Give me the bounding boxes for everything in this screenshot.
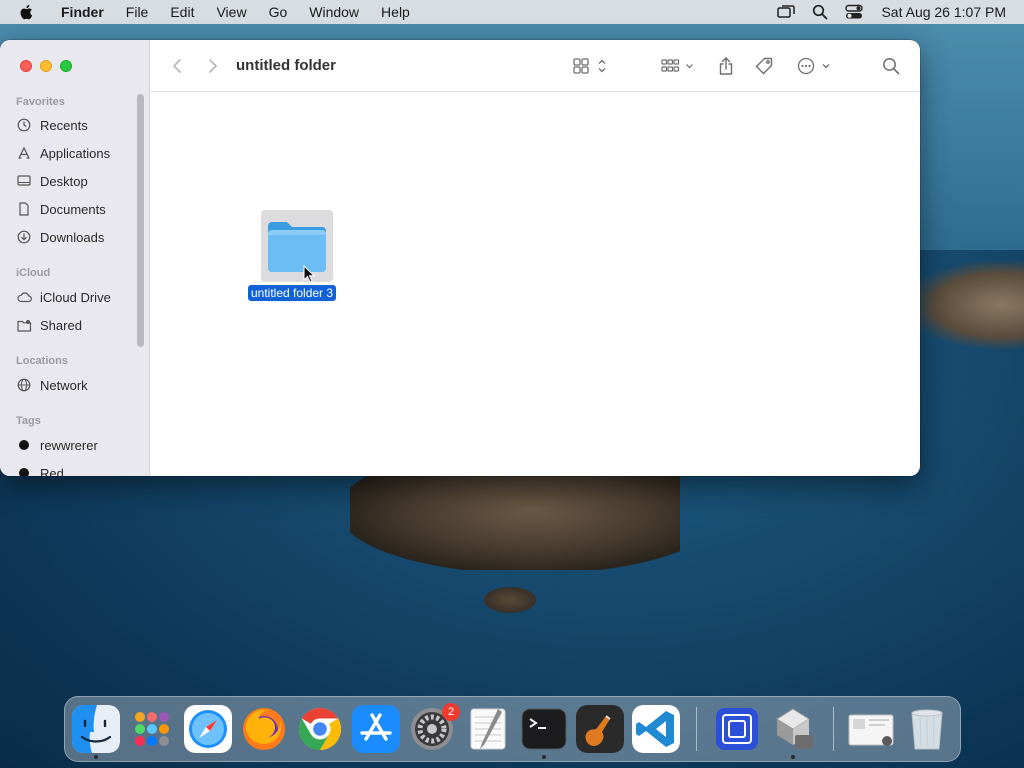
search-button[interactable] bbox=[882, 56, 900, 76]
menu-clock[interactable]: Sat Aug 26 1:07 PM bbox=[881, 4, 1006, 20]
share-icon bbox=[719, 57, 733, 75]
sidebar-item-downloads[interactable]: Downloads bbox=[16, 226, 104, 248]
menu-app-finder[interactable]: Finder bbox=[50, 0, 115, 24]
folder-icon bbox=[268, 222, 326, 272]
icon-view-icon bbox=[573, 58, 606, 74]
download-icon bbox=[16, 229, 32, 245]
menu-help[interactable]: Help bbox=[370, 0, 421, 24]
clock-icon bbox=[16, 117, 32, 133]
close-button[interactable] bbox=[20, 60, 32, 72]
app-store-app-icon[interactable] bbox=[352, 705, 400, 753]
desktop-icon bbox=[16, 173, 32, 189]
wallpaper-rock bbox=[350, 470, 680, 570]
menu-window[interactable]: Window bbox=[298, 0, 370, 24]
window-controls bbox=[20, 60, 72, 72]
firefox-app-icon[interactable] bbox=[240, 705, 288, 753]
safari-app-icon[interactable] bbox=[184, 705, 232, 753]
globe-icon bbox=[16, 377, 32, 393]
sidebar-item-network[interactable]: Network bbox=[16, 374, 88, 396]
sidebar-tag-rewwrerer[interactable]: rewwrerer bbox=[16, 434, 98, 456]
menu-go[interactable]: Go bbox=[258, 0, 299, 24]
sidebar-tag-red[interactable]: Red bbox=[16, 462, 64, 476]
running-indicator bbox=[94, 755, 98, 759]
sidebar-item-documents[interactable]: Documents bbox=[16, 198, 106, 220]
finder-app-icon[interactable] bbox=[72, 705, 120, 753]
wallpaper-rock bbox=[480, 585, 540, 615]
share-button[interactable] bbox=[716, 56, 736, 76]
running-indicator bbox=[542, 755, 546, 759]
mouse-cursor-icon bbox=[303, 265, 315, 283]
finder-window: Favorites Recents Applications Desktop D… bbox=[0, 40, 920, 476]
dock-separator bbox=[833, 707, 834, 751]
sidebar-section-locations: Locations bbox=[16, 355, 68, 367]
group-by-button[interactable] bbox=[660, 56, 698, 76]
action-menu-button[interactable] bbox=[796, 56, 832, 76]
trash-icon[interactable] bbox=[903, 705, 951, 753]
sidebar-item-label: rewwrerer bbox=[40, 437, 98, 453]
folder-name-label[interactable]: untitled folder 3 bbox=[248, 285, 337, 301]
cloud-icon bbox=[16, 289, 32, 305]
sidebar-item-label: iCloud Drive bbox=[40, 289, 111, 305]
dock-separator bbox=[696, 707, 697, 751]
sidebar-item-label: Shared bbox=[40, 317, 82, 333]
tag-dot-icon bbox=[19, 440, 29, 450]
minimize-button[interactable] bbox=[40, 60, 52, 72]
menu-view[interactable]: View bbox=[205, 0, 257, 24]
document-icon bbox=[16, 201, 32, 217]
tag-button[interactable] bbox=[754, 56, 774, 76]
running-indicator bbox=[791, 755, 795, 759]
wallpaper-rock bbox=[905, 260, 1024, 350]
textedit-app-icon[interactable] bbox=[464, 705, 512, 753]
shared-folder-icon bbox=[16, 317, 32, 333]
sidebar-section-icloud: iCloud bbox=[16, 267, 51, 279]
spotlight-search-icon[interactable] bbox=[810, 4, 830, 20]
group-grid-icon bbox=[661, 59, 693, 72]
sidebar-section-tags: Tags bbox=[16, 415, 41, 427]
terminal-app-icon[interactable] bbox=[520, 705, 568, 753]
sidebar-item-label: Recents bbox=[40, 117, 88, 133]
sidebar-item-label: Red bbox=[40, 465, 64, 477]
tag-icon bbox=[755, 57, 773, 75]
chrome-app-icon[interactable] bbox=[296, 705, 344, 753]
sidebar-item-shared[interactable]: Shared bbox=[16, 314, 82, 336]
launchpad-app-icon[interactable] bbox=[128, 705, 176, 753]
window-title: untitled folder bbox=[236, 57, 336, 74]
menu-file[interactable]: File bbox=[115, 0, 160, 24]
sidebar-item-desktop[interactable]: Desktop bbox=[16, 170, 88, 192]
sidebar-item-label: Network bbox=[40, 377, 88, 393]
notification-badge: 2 bbox=[442, 703, 460, 721]
sidebar-item-label: Documents bbox=[40, 201, 106, 217]
sidebar-item-applications[interactable]: Applications bbox=[16, 142, 110, 164]
forward-button[interactable] bbox=[204, 57, 222, 75]
menu-edit[interactable]: Edit bbox=[159, 0, 205, 24]
ellipsis-circle-icon bbox=[797, 57, 830, 75]
view-mode-button[interactable] bbox=[572, 56, 610, 76]
screen-mirroring-icon[interactable] bbox=[776, 4, 796, 20]
sidebar-item-label: Applications bbox=[40, 145, 111, 161]
sidebar-item-icloud-drive[interactable]: iCloud Drive bbox=[16, 286, 111, 308]
sidebar: Favorites Recents Applications Desktop D… bbox=[0, 40, 150, 476]
file-browser-content[interactable]: untitled folder 3 bbox=[150, 93, 920, 476]
dock: 2 bbox=[64, 696, 961, 762]
installer-app-icon[interactable] bbox=[769, 705, 817, 753]
sidebar-section-favorites: Favorites bbox=[16, 96, 65, 108]
zoom-button[interactable] bbox=[60, 60, 72, 72]
menu-bar: Finder File Edit View Go Window Help Sat… bbox=[0, 0, 1024, 24]
control-center-icon[interactable] bbox=[844, 4, 864, 20]
search-icon bbox=[883, 58, 900, 75]
vscode-app-icon[interactable] bbox=[632, 705, 680, 753]
preview-window-thumbnail-icon[interactable] bbox=[847, 705, 895, 753]
apple-menu-icon[interactable] bbox=[18, 3, 36, 21]
sidebar-scrollbar[interactable] bbox=[137, 94, 144, 347]
garageband-app-icon[interactable] bbox=[576, 705, 624, 753]
sidebar-item-label: Desktop bbox=[40, 173, 88, 189]
applications-icon bbox=[16, 145, 32, 161]
back-button[interactable] bbox=[168, 57, 186, 75]
sidebar-item-label: Downloads bbox=[40, 229, 105, 245]
tag-dot-icon bbox=[19, 468, 29, 476]
toolbar: untitled folder bbox=[150, 40, 920, 92]
sidebar-item-recents[interactable]: Recents bbox=[16, 114, 88, 136]
remote-desktop-app-icon[interactable] bbox=[713, 705, 761, 753]
